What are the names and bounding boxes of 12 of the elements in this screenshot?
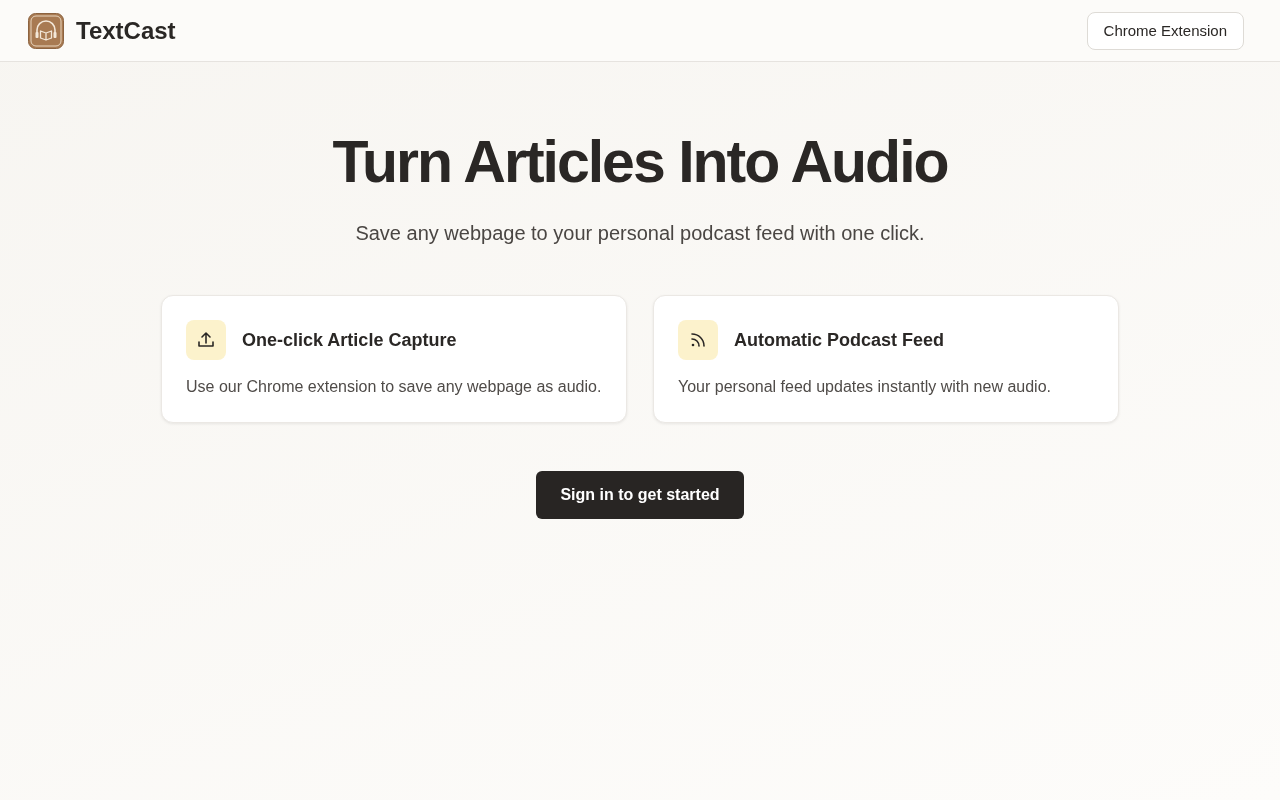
chrome-extension-button[interactable]: Chrome Extension <box>1086 11 1244 50</box>
upload-icon <box>196 330 216 350</box>
sign-in-button[interactable]: Sign in to get started <box>536 471 744 519</box>
feature-description: Use our Chrome extension to save any webpage as audio. <box>186 378 602 396</box>
brand-name: TextCast <box>76 16 176 45</box>
feature-description: Your personal feed updates instantly with new audio. <box>678 378 1052 396</box>
feature-title: One-click Article Capture <box>242 329 457 351</box>
rss-icon <box>688 330 708 350</box>
logo-icon <box>28 12 64 49</box>
hero-subtitle: Save any webpage to your personal podcast feed with one click. <box>355 222 925 245</box>
hero-title: Turn Articles Into Audio <box>332 128 948 196</box>
feature-title: Automatic Podcast Feed <box>734 329 945 351</box>
